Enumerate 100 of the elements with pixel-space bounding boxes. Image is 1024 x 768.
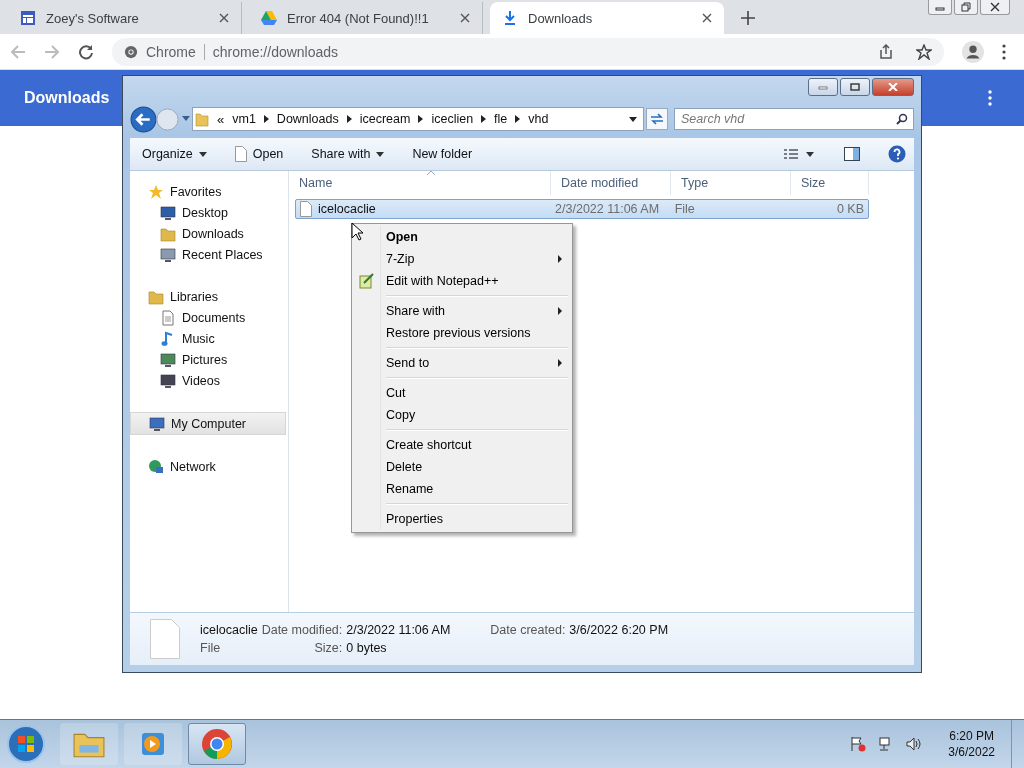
breadcrumb-item[interactable]: vm1 <box>232 112 256 126</box>
menu-icon[interactable] <box>988 90 992 106</box>
browser-tab[interactable]: Downloads <box>490 2 724 34</box>
nav-item[interactable]: Documents <box>130 307 288 328</box>
computer-icon <box>149 415 165 432</box>
table-cell: 0 KB <box>836 202 864 216</box>
profile-icon[interactable] <box>962 40 984 63</box>
submenu-arrow-icon <box>558 307 562 315</box>
triangle-logo-icon <box>261 10 277 26</box>
nav-item[interactable]: Desktop <box>130 202 288 223</box>
close-icon[interactable] <box>219 13 229 23</box>
taskbar-button[interactable] <box>188 723 246 765</box>
nav-item[interactable]: Libraries <box>130 286 288 307</box>
restore-button[interactable] <box>954 0 978 15</box>
breadcrumb-item[interactable]: fle <box>494 112 508 126</box>
column-header[interactable]: Date modified <box>551 171 671 195</box>
menu-item[interactable]: Cut <box>354 382 570 404</box>
caret-icon <box>376 151 385 157</box>
help-icon[interactable] <box>888 145 906 163</box>
caret-icon <box>198 151 207 157</box>
star-icon[interactable] <box>916 43 932 60</box>
close-button[interactable] <box>872 78 914 96</box>
share-icon[interactable] <box>878 43 894 60</box>
minimize-button[interactable] <box>808 78 838 96</box>
nav-item[interactable]: Network <box>130 456 288 477</box>
file-row[interactable]: icelocaclie 2/3/2022 11:06 AM File 0 KB <box>295 199 869 219</box>
back-icon[interactable] <box>130 105 157 133</box>
browser-tab[interactable]: Error 404 (Not Found)!!1 <box>249 2 483 34</box>
toolbar-button[interactable]: New folder <box>412 144 473 164</box>
close-icon[interactable] <box>460 13 470 23</box>
nav-item[interactable]: Downloads <box>130 223 288 244</box>
caret-icon[interactable] <box>182 116 190 122</box>
arrow-icon[interactable] <box>481 115 487 123</box>
arrow-icon[interactable] <box>418 115 424 123</box>
notepad-icon <box>359 273 375 289</box>
menu-item[interactable]: Send to <box>354 352 570 374</box>
table-cell: 2/3/2022 11:06 AM <box>555 202 660 216</box>
layout-icon <box>20 10 36 26</box>
clock-date[interactable]: 3/6/2022 <box>948 745 995 759</box>
address-bar[interactable]: Chrome chrome://downloads <box>112 37 944 66</box>
search-field[interactable]: Search vhd <box>674 108 914 130</box>
preview-pane-icon[interactable] <box>844 147 860 161</box>
new-tab-icon[interactable] <box>741 11 755 25</box>
maximize-icon <box>850 83 860 91</box>
picture-icon <box>160 351 176 368</box>
file-name: icelocaclie <box>200 623 258 637</box>
toolbar-button[interactable]: Open <box>234 143 284 165</box>
document-icon <box>160 309 176 326</box>
menu-item[interactable]: Properties <box>354 508 570 530</box>
browser-tab[interactable]: Zoey's Software <box>8 2 242 34</box>
dropdown-icon[interactable] <box>629 116 637 122</box>
column-header[interactable]: Size <box>791 171 869 195</box>
menu-item[interactable]: Edit with Notepad++ <box>354 270 570 292</box>
maximize-button[interactable] <box>840 78 870 96</box>
folder-icon <box>148 288 164 305</box>
file-type: File <box>200 641 222 655</box>
close-button[interactable] <box>980 0 1010 15</box>
nav-item[interactable]: Recent Places <box>130 244 288 265</box>
breadcrumb-item[interactable]: Downloads <box>276 112 339 126</box>
breadcrumb-item[interactable]: iceclien <box>431 112 474 126</box>
reload-icon[interactable] <box>78 43 94 60</box>
arrow-icon[interactable] <box>515 115 521 123</box>
search-icon[interactable] <box>896 113 908 125</box>
minimize-button[interactable] <box>928 0 952 15</box>
menu-item[interactable]: Copy <box>354 404 570 426</box>
menu-item[interactable]: Restore previous versions <box>354 322 570 344</box>
menu-item[interactable]: Rename <box>354 478 570 500</box>
submenu-arrow-icon <box>558 255 562 263</box>
nav-item[interactable]: My Computer <box>130 412 286 435</box>
file-icon <box>150 619 180 659</box>
menu-item[interactable]: Create shortcut <box>354 434 570 456</box>
column-header[interactable]: Type <box>671 171 791 195</box>
menu-icon[interactable] <box>1002 43 1006 60</box>
close-icon[interactable] <box>702 13 712 23</box>
toolbar-button[interactable]: Share with <box>311 144 385 164</box>
nav-item[interactable]: Favorites <box>130 181 288 202</box>
view-options-icon[interactable] <box>782 148 816 160</box>
menu-item[interactable]: 7-Zip <box>354 248 570 270</box>
arrow-icon[interactable] <box>263 115 269 123</box>
clock-time[interactable]: 6:20 PM <box>949 729 994 743</box>
submenu-arrow-icon <box>558 359 562 367</box>
volume-icon[interactable] <box>906 736 923 752</box>
refresh-icon[interactable] <box>646 108 668 130</box>
flag-icon[interactable] <box>850 736 867 752</box>
menu-item[interactable]: Delete <box>354 456 570 478</box>
breadcrumb-item[interactable]: icecream <box>359 112 411 126</box>
table-cell: File <box>674 202 695 216</box>
toolbar-button[interactable]: Organize <box>142 144 207 164</box>
menu-item[interactable]: Share with <box>354 300 570 322</box>
overflow-button[interactable]: « <box>217 111 225 127</box>
address-field[interactable]: « vm1 Downloads icecream iceclien fle vhd <box>192 107 644 131</box>
nav-item[interactable]: Pictures <box>130 349 288 370</box>
column-header[interactable]: Name <box>289 171 551 195</box>
nav-item[interactable]: Videos <box>130 370 288 391</box>
arrow-icon[interactable] <box>346 115 352 123</box>
start-button[interactable] <box>6 724 46 764</box>
breadcrumb-item[interactable]: vhd <box>528 112 549 126</box>
close-icon <box>888 83 898 91</box>
nav-item[interactable]: Music <box>130 328 288 349</box>
network-icon <box>148 458 164 475</box>
